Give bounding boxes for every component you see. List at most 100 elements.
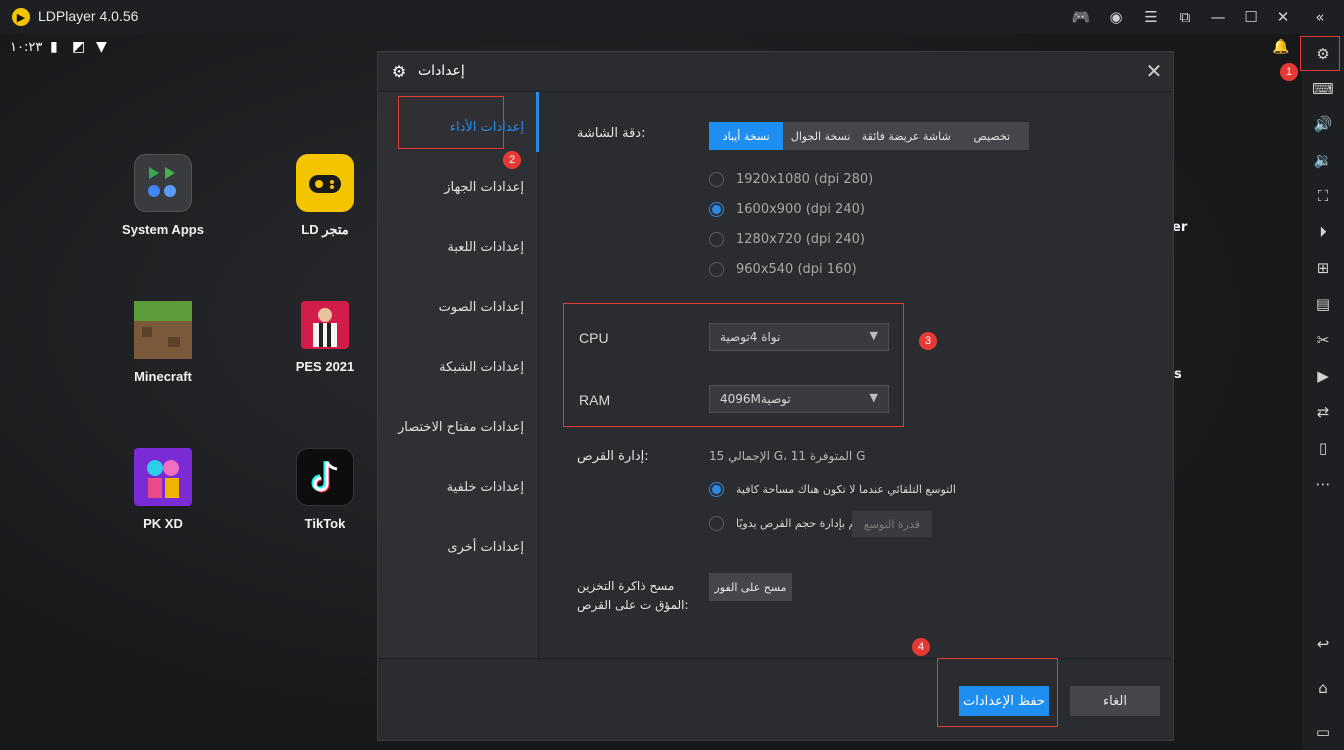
app-pk-xd[interactable]: PK XD	[113, 448, 213, 531]
cache-label: مسح ذاكرة التخزين المؤق ت على القرص:	[577, 579, 689, 612]
cancel-button[interactable]: الغاء	[1070, 686, 1160, 716]
apk-install-icon[interactable]: ▤	[1313, 294, 1333, 314]
partial-app-label: s	[1174, 367, 1182, 382]
right-toolbar: ⚙ ⌨ 🔊 🔉 ⛶ ⏵ ⊞ ▤ ✂ ▶ ⇄ ▯ ⋯ ↩ ⌂ ▭	[1302, 34, 1344, 750]
pk-xd-icon	[134, 448, 192, 506]
account-icon[interactable]: ◉	[1106, 7, 1126, 27]
settings-nav: إعدادات الأداء إعدادات الجهاز إعدادات ال…	[378, 92, 538, 658]
nav-item-game[interactable]: إعدادات اللعبة	[447, 240, 524, 255]
disk-info: الإجمالي 15 G، المتوفرة 11 G	[709, 449, 866, 463]
ldplayer-logo-icon: ▶	[12, 8, 30, 26]
expand-capacity-button[interactable]: قدرة التوسع	[852, 511, 932, 537]
shake-icon[interactable]: ▯	[1313, 438, 1333, 458]
nav-item-audio[interactable]: إعدادات الصوت	[439, 300, 524, 315]
highlight-cpu-ram	[563, 303, 904, 427]
ld-store-icon	[296, 154, 354, 212]
volume-down-icon[interactable]: 🔉	[1313, 150, 1333, 170]
system-apps-icon	[134, 154, 192, 212]
app-label: PK XD	[143, 516, 183, 531]
app-ld-store[interactable]: LD متجر	[275, 154, 375, 238]
pes-2021-icon	[301, 301, 349, 349]
tab-mobile[interactable]: نسخة الجوال	[783, 122, 857, 150]
dialog-header: ⚙ إعدادات ✕	[378, 52, 1173, 92]
step-badge-1: 1	[1280, 63, 1298, 81]
tab-custom[interactable]: تخصيص	[955, 122, 1029, 150]
more-icon[interactable]: ⋯	[1313, 474, 1333, 494]
recent-apps-icon[interactable]: ▭	[1313, 722, 1333, 742]
tab-ipad[interactable]: نسخة أيباد	[709, 122, 784, 150]
highlight-settings	[1300, 36, 1340, 71]
notification-bell-icon[interactable]: 🔔	[1272, 39, 1289, 55]
app-pes-2021[interactable]: PES 2021	[275, 301, 375, 374]
scissors-icon[interactable]: ✂	[1313, 330, 1333, 350]
battery-icon: ▮	[50, 39, 58, 55]
radio-button[interactable]	[709, 262, 724, 277]
option-label: قم بإدارة حجم القرص يدويًا	[736, 517, 862, 530]
nav-item-device[interactable]: إعدادات الجهاز	[444, 180, 524, 195]
wifi-icon: ▼	[96, 39, 107, 55]
highlight-performance	[398, 96, 504, 149]
option-label: 1280x720 (dpi 240)	[736, 232, 865, 247]
nav-item-shortcut[interactable]: إعدادات مفتاح الاختصار	[398, 420, 524, 435]
dialog-title: إعدادات	[418, 63, 465, 79]
home-icon[interactable]: ⌂	[1313, 678, 1333, 698]
resolution-tabs: نسخة أيباد نسخة الجوال شاشة عريضة فائقة …	[709, 122, 1029, 150]
resolution-label: دقة الشاشة:	[577, 126, 646, 141]
highlight-save	[937, 658, 1058, 727]
app-label: LD متجر	[301, 222, 349, 237]
minecraft-icon	[134, 301, 192, 359]
disk-auto-expand[interactable]: التوسع التلقائي عندما لا تكون هناك مساحة…	[709, 482, 956, 497]
app-system-apps[interactable]: System Apps	[113, 154, 213, 237]
resolution-option-1920[interactable]: 1920x1080 (dpi 280)	[709, 172, 873, 187]
resolution-option-1280[interactable]: 1280x720 (dpi 240)	[709, 232, 865, 247]
settings-gear-icon: ⚙	[391, 61, 407, 81]
radio-button[interactable]	[709, 516, 724, 531]
option-label: 960x540 (dpi 160)	[736, 262, 857, 277]
radio-button-selected[interactable]	[709, 202, 724, 217]
radio-button[interactable]	[709, 232, 724, 247]
maximize-icon[interactable]: ☐	[1241, 7, 1261, 27]
disk-manual[interactable]: قم بإدارة حجم القرص يدويًا	[709, 516, 861, 531]
nav-item-other[interactable]: إعدادات أخرى	[447, 540, 524, 555]
app-minecraft[interactable]: Minecraft	[113, 301, 213, 384]
nav-item-background[interactable]: إعدادات خلفية	[447, 480, 524, 495]
app-label: TikTok	[304, 516, 346, 531]
app-title: LDPlayer 4.0.56	[38, 8, 139, 24]
disk-label: إدارة القرص:	[577, 449, 649, 464]
app-tiktok[interactable]: TikTok	[275, 448, 375, 531]
option-label: 1920x1080 (dpi 280)	[736, 172, 874, 187]
app-label: System Apps	[122, 222, 204, 237]
minimize-icon[interactable]: —	[1208, 7, 1228, 27]
sync-icon[interactable]: ⇄	[1313, 402, 1333, 422]
no-sim-icon: ◩	[72, 39, 86, 55]
gamepad-icon[interactable]: 🎮	[1071, 7, 1091, 27]
add-window-icon[interactable]: ⊞	[1313, 258, 1333, 278]
dialog-close-icon[interactable]: ✕	[1143, 59, 1165, 83]
volume-up-icon[interactable]: 🔊	[1313, 114, 1333, 134]
app-label: Minecraft	[134, 369, 192, 384]
partial-app-label: er	[1172, 220, 1188, 235]
fullscreen-icon[interactable]: ⛶	[1313, 186, 1333, 206]
clear-cache-button[interactable]: مسح على الفور	[709, 573, 792, 601]
nav-item-network[interactable]: إعدادات الشبكة	[439, 360, 524, 375]
video-play-icon[interactable]: ▶	[1313, 366, 1333, 386]
radio-button[interactable]	[709, 172, 724, 187]
back-icon[interactable]: ↩	[1313, 634, 1333, 654]
close-icon[interactable]: ✕	[1273, 7, 1293, 27]
tab-ultrawide[interactable]: شاشة عريضة فائقة	[858, 122, 955, 150]
tiktok-icon	[296, 448, 354, 506]
radio-button-selected[interactable]	[709, 482, 724, 497]
resolution-option-1600[interactable]: 1600x900 (dpi 240)	[709, 202, 865, 217]
title-bar: ▶ LDPlayer 4.0.56 🎮 ◉ ☰ ⧉ — ☐ ✕ «	[0, 0, 1344, 34]
record-icon[interactable]: ⏵	[1313, 222, 1333, 242]
app-label: PES 2021	[295, 359, 355, 374]
resolution-option-960[interactable]: 960x540 (dpi 160)	[709, 262, 857, 277]
keyboard-icon[interactable]: ⌨	[1312, 79, 1334, 99]
collapse-icon[interactable]: «	[1310, 7, 1330, 27]
window-icon[interactable]: ⧉	[1175, 7, 1195, 27]
menu-icon[interactable]: ☰	[1141, 7, 1161, 27]
step-badge-2: 2	[503, 151, 521, 169]
step-badge-4: 4	[912, 638, 930, 656]
step-badge-3: 3	[919, 332, 937, 350]
option-label: التوسع التلقائي عندما لا تكون هناك مساحة…	[736, 483, 956, 496]
